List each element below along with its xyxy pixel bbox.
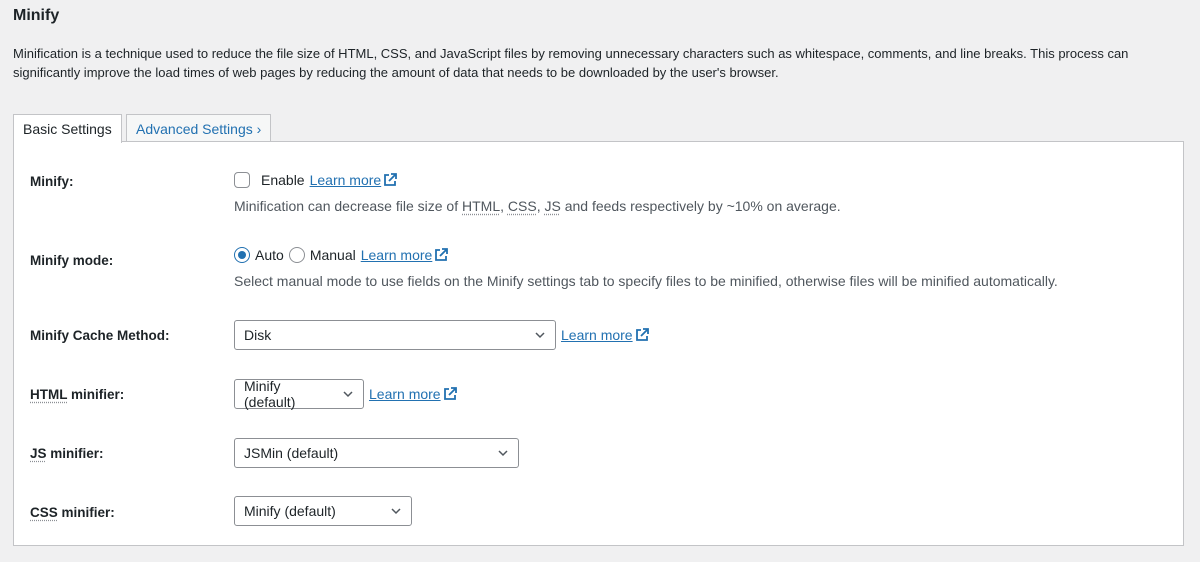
chevron-down-icon — [498, 450, 508, 457]
external-link-icon — [443, 387, 457, 400]
html-minifier-select[interactable]: Minify (default) — [234, 378, 364, 410]
js-minifier-label: JS minifier: — [30, 446, 104, 461]
minify-mode-label: Minify mode: — [30, 253, 114, 268]
settings-panel: Minify: Enable Learn more Minification c… — [13, 141, 1184, 546]
mode-help-text: Select manual mode to use fields on the … — [234, 273, 1058, 289]
cache-learn-more-link[interactable]: Learn more — [561, 327, 649, 343]
chevron-down-icon — [535, 332, 545, 339]
minify-help-text: Minification can decrease file size of H… — [234, 198, 841, 214]
external-link-icon — [635, 328, 649, 341]
mode-manual-label: Manual — [309, 247, 356, 263]
external-link-icon — [435, 248, 449, 261]
mode-manual-radio[interactable] — [288, 247, 305, 263]
css-minifier-label: CSS minifier: — [30, 505, 115, 520]
mode-learn-more-link[interactable]: Learn more — [361, 247, 449, 263]
page-description: Minification is a technique used to redu… — [13, 46, 1129, 80]
enable-label: Enable — [261, 172, 305, 188]
external-link-icon — [384, 173, 398, 186]
cache-method-select[interactable]: Disk — [234, 320, 556, 350]
cache-method-label: Minify Cache Method: — [30, 328, 170, 343]
css-minifier-select[interactable]: Minify (default) — [234, 496, 412, 526]
tab-advanced-settings[interactable]: Advanced Settings › — [126, 114, 272, 142]
html-learn-more-link[interactable]: Learn more — [369, 386, 457, 402]
minify-enable-checkbox[interactable] — [234, 172, 250, 188]
page-title: Minify — [13, 7, 60, 24]
mode-auto-radio[interactable] — [234, 247, 250, 263]
html-minifier-label: HTML minifier: — [30, 387, 125, 402]
js-minifier-select[interactable]: JSMin (default) — [234, 438, 519, 468]
minify-learn-more-link[interactable]: Learn more — [310, 172, 398, 188]
chevron-down-icon — [343, 391, 353, 398]
minify-label: Minify: — [30, 174, 74, 189]
mode-auto-label: Auto — [255, 247, 284, 263]
chevron-down-icon — [391, 508, 401, 515]
tab-basic-settings[interactable]: Basic Settings — [13, 114, 122, 143]
